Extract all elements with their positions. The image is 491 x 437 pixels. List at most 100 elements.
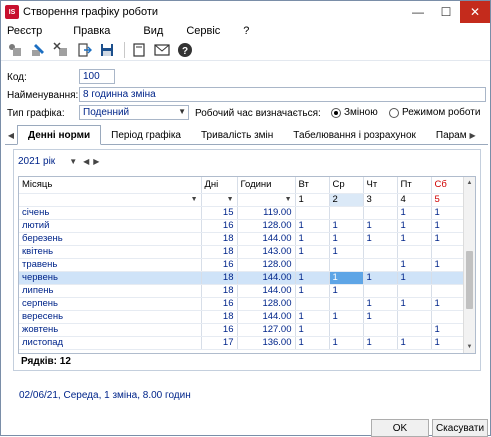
hours-cell[interactable]: 144.00 (237, 284, 296, 298)
menu-help[interactable]: ? (229, 25, 258, 37)
next-year-icon[interactable]: ▶ (93, 157, 99, 166)
export-icon[interactable] (74, 40, 94, 60)
col-tue[interactable]: Вт (295, 177, 330, 194)
day-cell[interactable]: 1 (431, 232, 466, 246)
schedule-type-select[interactable]: Поденний ▼ (79, 105, 189, 120)
menu-view[interactable]: Вид (119, 25, 172, 37)
day-cell[interactable]: 1 (363, 232, 398, 246)
hours-cell[interactable]: 128.00 (237, 297, 296, 311)
month-cell[interactable]: жовтень (19, 323, 202, 337)
add-icon[interactable] (5, 40, 25, 60)
minimize-button[interactable]: — (404, 1, 432, 23)
day-cell[interactable]: 1 (431, 206, 466, 220)
scroll-thumb[interactable] (466, 251, 473, 309)
day-cell[interactable]: 1 (295, 323, 330, 337)
day-cell[interactable]: 1 (329, 232, 364, 246)
day-cell[interactable] (363, 245, 398, 259)
hours-cell[interactable]: 127.00 (237, 323, 296, 337)
cancel-button[interactable]: Скасувати (432, 419, 488, 437)
maximize-button[interactable]: ☐ (432, 1, 460, 23)
day-cell[interactable] (295, 258, 330, 272)
day-cell[interactable]: 1 (363, 297, 398, 311)
hours-cell[interactable]: 128.00 (237, 219, 296, 233)
name-field[interactable]: 8 годинна зміна (79, 87, 486, 102)
tab-scroll-left-icon[interactable]: ◀ (5, 126, 17, 144)
table-row[interactable]: травень 16 128.00 1 1 (19, 258, 466, 272)
day-cell[interactable]: 1 (363, 336, 398, 350)
table-row[interactable]: червень 18 144.00 1 1 1 1 (19, 271, 466, 285)
month-cell[interactable]: березень (19, 232, 202, 246)
document-icon[interactable] (129, 40, 149, 60)
day-cell[interactable] (363, 258, 398, 272)
code-field[interactable]: 100 (79, 69, 115, 84)
save-icon[interactable] (97, 40, 117, 60)
day-cell[interactable]: 1 (397, 271, 432, 285)
prev-year-icon[interactable]: ◀ (83, 157, 89, 166)
day-cell[interactable]: 1 (431, 323, 466, 337)
day-cell[interactable] (431, 271, 466, 285)
table-row[interactable]: вересень 18 144.00 1 1 1 (19, 310, 466, 324)
day-cell[interactable]: 1 (329, 284, 364, 298)
day-cell[interactable]: 1 (431, 336, 466, 350)
day-cell[interactable]: 1 (431, 297, 466, 311)
hours-cell[interactable]: 119.00 (237, 206, 296, 220)
mail-icon[interactable] (152, 40, 172, 60)
scroll-up-icon[interactable]: ▲ (464, 177, 475, 189)
table-row[interactable]: квітень 18 143.00 1 1 (19, 245, 466, 259)
col-month[interactable]: Місяць (19, 177, 202, 194)
days-cell[interactable]: 18 (201, 245, 238, 259)
tab-daily-norms[interactable]: Денні норми (17, 125, 102, 145)
table-row[interactable]: січень 15 119.00 1 1 (19, 206, 466, 220)
day-cell[interactable] (295, 297, 330, 311)
day-cell[interactable] (329, 297, 364, 311)
days-cell[interactable]: 16 (201, 297, 238, 311)
day-cell[interactable] (329, 323, 364, 337)
month-cell[interactable]: листопад (19, 336, 202, 350)
day-cell[interactable]: 1 (295, 245, 330, 259)
help-icon[interactable]: ? (175, 40, 195, 60)
month-cell[interactable]: січень (19, 206, 202, 220)
day-cell[interactable] (431, 245, 466, 259)
col-wed[interactable]: Ср (329, 177, 364, 194)
day-cell[interactable] (329, 206, 364, 220)
filter-arrow-icon[interactable]: ▼ (227, 196, 234, 203)
tab-scroll-right-icon[interactable]: ▶ (467, 126, 479, 144)
day-cell[interactable]: 1 (329, 271, 364, 285)
radio-shift[interactable]: Зміною (331, 107, 378, 118)
day-cell[interactable] (363, 284, 398, 298)
days-cell[interactable]: 16 (201, 258, 238, 272)
day-cell[interactable]: 1 (295, 271, 330, 285)
menu-edit[interactable]: Правка (51, 25, 119, 37)
day-cell[interactable]: 1 (295, 284, 330, 298)
day-cell[interactable]: 1 (329, 245, 364, 259)
month-cell[interactable]: липень (19, 284, 202, 298)
day-cell[interactable]: 1 (295, 310, 330, 324)
day-cell[interactable] (431, 310, 466, 324)
days-cell[interactable]: 17 (201, 336, 238, 350)
hours-cell[interactable]: 143.00 (237, 245, 296, 259)
col-thu[interactable]: Чт (363, 177, 398, 194)
day-cell[interactable]: 1 (295, 219, 330, 233)
month-cell[interactable]: травень (19, 258, 202, 272)
days-cell[interactable]: 18 (201, 271, 238, 285)
day-cell[interactable] (431, 284, 466, 298)
col-sat[interactable]: Сб (431, 177, 466, 194)
scroll-down-icon[interactable]: ▼ (464, 341, 475, 353)
day-cell[interactable] (295, 206, 330, 220)
day-cell[interactable]: 1 (431, 219, 466, 233)
day-cell[interactable] (397, 284, 432, 298)
tab-schedule-period[interactable]: Період графіка (101, 126, 191, 144)
menu-registry[interactable]: Реєстр (1, 25, 51, 37)
day-cell[interactable]: 1 (329, 310, 364, 324)
day-cell[interactable] (363, 206, 398, 220)
hours-cell[interactable]: 144.00 (237, 271, 296, 285)
hours-cell[interactable]: 128.00 (237, 258, 296, 272)
chevron-down-icon[interactable]: ▼ (69, 157, 77, 166)
days-cell[interactable]: 15 (201, 206, 238, 220)
month-cell[interactable]: серпень (19, 297, 202, 311)
tab-timesheet[interactable]: Табелювання і розрахунок (283, 126, 426, 144)
day-cell[interactable] (397, 323, 432, 337)
day-cell[interactable]: 1 (363, 219, 398, 233)
tab-parameters[interactable]: Парам (426, 126, 467, 144)
col-hours[interactable]: Години (237, 177, 296, 194)
